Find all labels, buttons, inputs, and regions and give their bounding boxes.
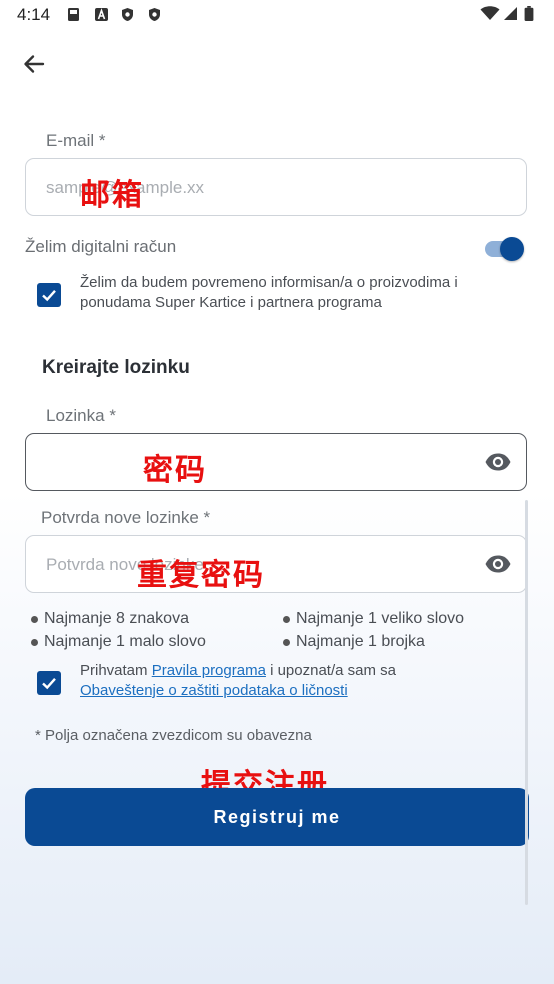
email-label: E-mail * (46, 131, 106, 150)
bullet-icon (31, 615, 38, 623)
terms-prefix: Prihvatam (80, 662, 152, 679)
font-icon (95, 8, 108, 21)
rule-item: Najmanje 1 malo slovo (31, 633, 206, 651)
rule-item: Najmanje 1 brojka (283, 633, 425, 651)
program-rules-link[interactable]: Pravila programa (152, 662, 266, 679)
bullet-icon (283, 638, 290, 646)
confirm-password-field[interactable] (25, 535, 527, 594)
bullet-icon (283, 615, 290, 623)
checkmark-icon (42, 289, 56, 302)
digital-account-label: Želim digitalni račun (25, 237, 177, 256)
back-arrow-icon[interactable] (20, 50, 48, 78)
email-input[interactable] (44, 159, 468, 217)
digital-account-toggle-knob[interactable] (500, 237, 524, 261)
rule-item: Najmanje 8 znakova (31, 610, 189, 628)
email-field[interactable] (25, 158, 527, 217)
battery-icon (524, 6, 534, 21)
required-fields-note: * Polja označena zvezdicom su obavezna (35, 727, 312, 744)
rule-text: Najmanje 8 znakova (44, 610, 189, 627)
register-button[interactable]: Registruj me (25, 788, 529, 846)
rule-text: Najmanje 1 veliko slovo (296, 610, 465, 627)
checkmark-icon (42, 677, 56, 690)
shield-icon (149, 8, 160, 21)
bullet-icon (31, 638, 38, 646)
terms-checkbox[interactable] (37, 671, 61, 695)
signal-icon (504, 7, 517, 20)
password-label: Lozinka * (46, 406, 116, 425)
password-input[interactable] (44, 434, 468, 492)
confirm-password-label: Potvrda nove lozinke * (41, 508, 211, 527)
rule-text: Najmanje 1 malo slovo (44, 633, 206, 650)
confirm-password-input[interactable] (44, 536, 468, 594)
newsletter-checkbox[interactable] (37, 283, 61, 307)
rule-text: Najmanje 1 brojka (296, 633, 425, 650)
eye-icon[interactable] (484, 552, 512, 576)
status-time: 4:14 (17, 5, 51, 24)
sd-card-icon (68, 8, 79, 21)
rule-item: Najmanje 1 veliko slovo (283, 610, 464, 628)
shield-icon (122, 8, 133, 21)
terms-text: Prihvatam Pravila programa i upoznat/a s… (80, 661, 520, 701)
eye-icon[interactable] (484, 450, 512, 474)
newsletter-text: Želim da budem povremeno informisan/a o … (80, 274, 458, 311)
password-section-title: Kreirajte lozinku (42, 357, 190, 378)
privacy-notice-link[interactable]: Obaveštenje o zaštiti podataka o ličnost… (80, 682, 348, 699)
wifi-icon (480, 6, 500, 20)
password-field[interactable] (25, 433, 527, 492)
scrollbar[interactable] (525, 500, 528, 905)
terms-middle: i upoznat/a sam sa (265, 662, 396, 679)
